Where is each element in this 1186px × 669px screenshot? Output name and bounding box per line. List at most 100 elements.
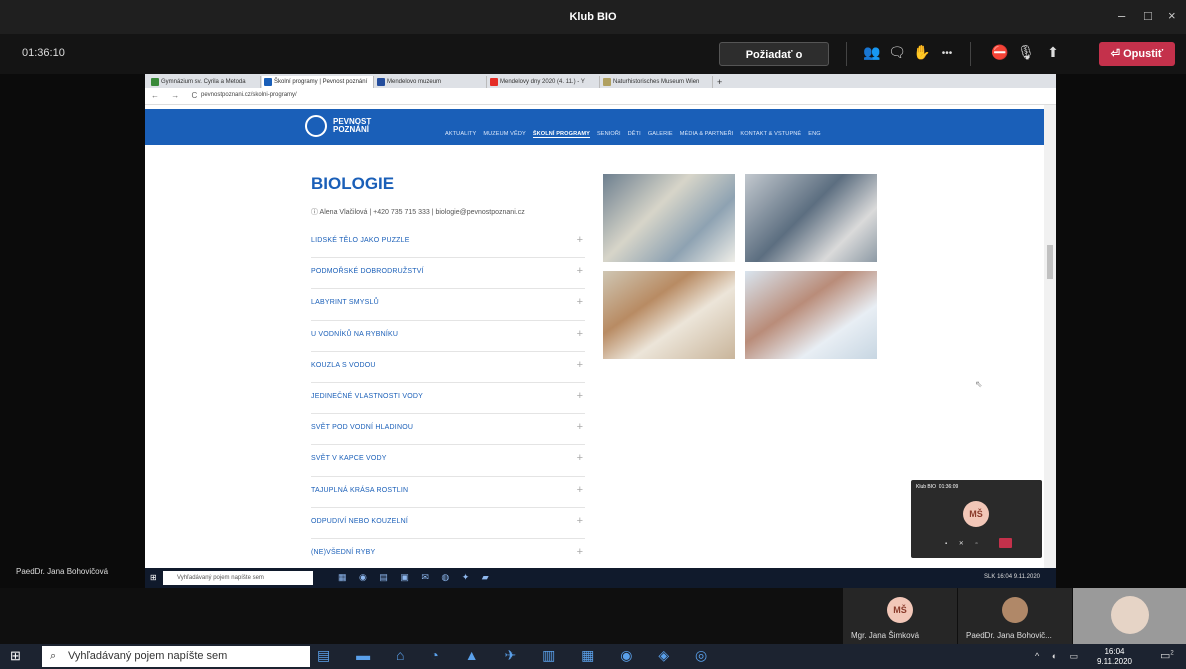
mini-leave-button[interactable]	[999, 538, 1012, 548]
system-tray-icon[interactable]: ^ ◐ ▭	[1035, 651, 1083, 662]
expand-icon[interactable]: +	[577, 546, 583, 558]
program-item[interactable]: KOUZLA S VODOU +	[311, 352, 585, 383]
presenter-name: PaedDr. Jana Bohovičová	[16, 567, 109, 576]
self-avatar	[1111, 596, 1149, 634]
expand-icon[interactable]: +	[577, 328, 583, 340]
tab-favicon-icon	[377, 78, 385, 86]
expand-icon[interactable]: +	[577, 484, 583, 496]
program-item[interactable]: SVĚT V KAPCE VODY +	[311, 445, 585, 477]
mini-controls-icon[interactable]: ▪ ✕ ▫	[945, 540, 983, 547]
browser-tab-active[interactable]: Školní programy | Pevnost poznání	[262, 76, 374, 88]
site-nav-item[interactable]: KONTAKT & VSTUPNÉ	[740, 131, 801, 137]
program-label: U VODNÍKŮ NA RYBNÍKU	[311, 330, 399, 338]
participants-icon[interactable]: 👥	[862, 44, 882, 61]
site-navbar: PEVNOST POZNÁNÍ AKTUALITY MUZEUM VĚDY ŠKOL…	[145, 109, 1044, 145]
expand-icon[interactable]: +	[577, 390, 583, 402]
request-control-button[interactable]: Požiadať o ovládanie	[719, 42, 829, 85]
program-label: ODPUDIVÍ NEBO KOUZELNÍ	[311, 517, 408, 525]
windows-start-icon[interactable]: ⊞	[150, 573, 157, 582]
taskbar-apps-icon[interactable]: ▦ ◉ ▤ ▣ ✉ ◍ ✦ ▰	[338, 572, 494, 583]
divider	[846, 42, 847, 66]
mouse-cursor-icon: ⇖	[975, 379, 983, 389]
photo-hand-insect	[745, 271, 877, 359]
shared-screen: Gymnázium sv. Cyrila a Metoda Školní pro…	[145, 74, 1056, 588]
mic-off-icon[interactable]: 🎙	[1016, 44, 1036, 61]
page-scrollbar[interactable]	[1044, 105, 1056, 588]
program-item[interactable]: U VODNÍKŮ NA RYBNÍKU +	[311, 321, 585, 352]
camera-off-icon[interactable]: ⛔	[990, 44, 1010, 61]
page-title: BIOLOGIE	[311, 174, 395, 193]
self-video-tile[interactable]	[1073, 588, 1186, 644]
nav-buttons[interactable]: ← → C	[151, 91, 202, 100]
participant-name: Mgr. Jana Šimková	[851, 631, 920, 640]
chat-icon[interactable]: 🗨	[887, 44, 907, 61]
leave-button[interactable]: ⏎ Opustiť	[1099, 42, 1175, 66]
taskbar-search-input[interactable]: ⌕ Vyhľadávaný pojem napíšte sem	[42, 646, 310, 667]
tab-favicon-icon	[490, 78, 498, 86]
photo-microscope-girl	[603, 174, 735, 262]
participant-tile[interactable]: MŠ Mgr. Jana Šimková	[843, 588, 957, 644]
site-nav-item[interactable]: MÉDIA & PARTNEŘI	[680, 131, 734, 137]
site-logo[interactable]: PEVNOST POZNÁNÍ	[305, 113, 395, 141]
program-item[interactable]: PODMOŘSKÉ DOBRODRUŽSTVÍ +	[311, 258, 585, 290]
scroll-thumb[interactable]	[1047, 245, 1053, 279]
browser-tab[interactable]: Naturhistorisches Museum Wien	[601, 76, 713, 88]
url-field[interactable]: pevnostpoznani.cz/skolni-programy/	[201, 92, 297, 98]
window-title: Klub BIO	[569, 11, 617, 23]
maximize-icon[interactable]: □	[1144, 8, 1152, 23]
program-label: JEDINEČNÉ VLASTNOSTI VODY	[311, 392, 423, 400]
taskbar-apps-icon[interactable]: ▤ ▬ ⌂ ◔ ▲ ✈ ▥ ▦ ◉ ◈ ◎	[317, 647, 718, 664]
expand-icon[interactable]: +	[577, 421, 583, 433]
site-nav-item[interactable]: GALERIE	[648, 131, 673, 137]
expand-icon[interactable]: +	[577, 359, 583, 371]
contact-info: ⓘ Alena Vlačilová | +420 735 715 333 | b…	[311, 209, 525, 216]
tab-favicon-icon	[603, 78, 611, 86]
participant-gallery: MŠ Mgr. Jana Šimková PaedDr. Jana Bohovi…	[0, 588, 1186, 644]
program-label: PODMOŘSKÉ DOBRODRUŽSTVÍ	[311, 268, 424, 276]
program-label: TAJUPLNÁ KRÁSA ROSTLIN	[311, 486, 409, 494]
expand-icon[interactable]: +	[577, 265, 583, 277]
program-item[interactable]: LABYRINT SMYSLŮ +	[311, 289, 585, 321]
inner-search-input[interactable]: Vyhľadávaný pojem napíšte sem	[163, 571, 313, 585]
close-icon[interactable]: ×	[1168, 8, 1176, 23]
program-item[interactable]: JEDINEČNÉ VLASTNOSTI VODY +	[311, 383, 585, 415]
more-icon[interactable]: •••	[937, 48, 957, 59]
site-nav-item[interactable]: ŠKOLNÍ PROGRAMY	[532, 131, 590, 138]
taskbar-clock[interactable]: 16:04 9.11.2020	[1097, 647, 1132, 667]
expand-icon[interactable]: +	[577, 452, 583, 464]
program-label: LIDSKÉ TĚLO JAKO PUZZLE	[311, 237, 410, 244]
tab-favicon-icon	[264, 78, 272, 86]
windows-start-icon[interactable]: ⊞	[10, 648, 21, 664]
program-label: KOUZLA S VODOU	[311, 361, 376, 369]
browser-tab[interactable]: Mendelovo muzeum	[375, 76, 487, 88]
notifications-icon[interactable]: ▭2	[1160, 649, 1174, 662]
mini-meeting-window[interactable]: Klub BIO 01:36:09 MŠ ▪ ✕ ▫	[911, 480, 1042, 558]
meeting-controls: 01:36:10 Požiadať o ovládanie 👥 🗨 ✋ ••• …	[0, 34, 1186, 85]
site-nav-item[interactable]: AKTUALITY	[445, 131, 476, 137]
program-item[interactable]: SVĚT POD VODNÍ HLADINOU +	[311, 414, 585, 446]
raise-hand-icon[interactable]: ✋	[912, 44, 932, 61]
site-nav-item[interactable]: SENIOŘI	[597, 131, 621, 137]
site-nav-item[interactable]: MUZEUM VĚDY	[483, 131, 525, 137]
site-menu: AKTUALITY MUZEUM VĚDY ŠKOLNÍ PROGRAMY SENIO…	[445, 122, 828, 140]
new-tab-button[interactable]: +	[715, 76, 729, 88]
program-item[interactable]: ODPUDIVÍ NEBO KOUZELNÍ +	[311, 508, 585, 539]
minimize-icon[interactable]: –	[1118, 8, 1125, 23]
browser-tab[interactable]: Mendelovy dny 2020 (4. 11.) - Y	[488, 76, 600, 88]
expand-icon[interactable]: +	[577, 515, 583, 527]
participant-tile[interactable]: PaedDr. Jana Bohovič...	[958, 588, 1072, 644]
windows-taskbar: ⊞ ⌕ Vyhľadávaný pojem napíšte sem ▤ ▬ ⌂ …	[0, 644, 1186, 669]
program-item[interactable]: LIDSKÉ TĚLO JAKO PUZZLE +	[311, 227, 585, 259]
browser-tab[interactable]: Gymnázium sv. Cyrila a Metoda	[149, 76, 261, 88]
program-item[interactable]: TAJUPLNÁ KRÁSA ROSTLIN +	[311, 477, 585, 508]
program-item[interactable]: (NE)VŠEDNÍ RYBY +	[311, 539, 585, 571]
share-icon[interactable]: ⬆	[1043, 44, 1063, 61]
site-nav-item[interactable]: ENG	[808, 131, 820, 137]
leave-label: Opustiť	[1123, 48, 1164, 60]
expand-icon[interactable]: +	[577, 296, 583, 308]
participant-name: PaedDr. Jana Bohovič...	[966, 631, 1052, 640]
divider	[970, 42, 971, 66]
avatar: MŠ	[887, 597, 913, 623]
site-nav-item[interactable]: DĚTI	[628, 131, 641, 137]
expand-icon[interactable]: +	[577, 234, 583, 246]
